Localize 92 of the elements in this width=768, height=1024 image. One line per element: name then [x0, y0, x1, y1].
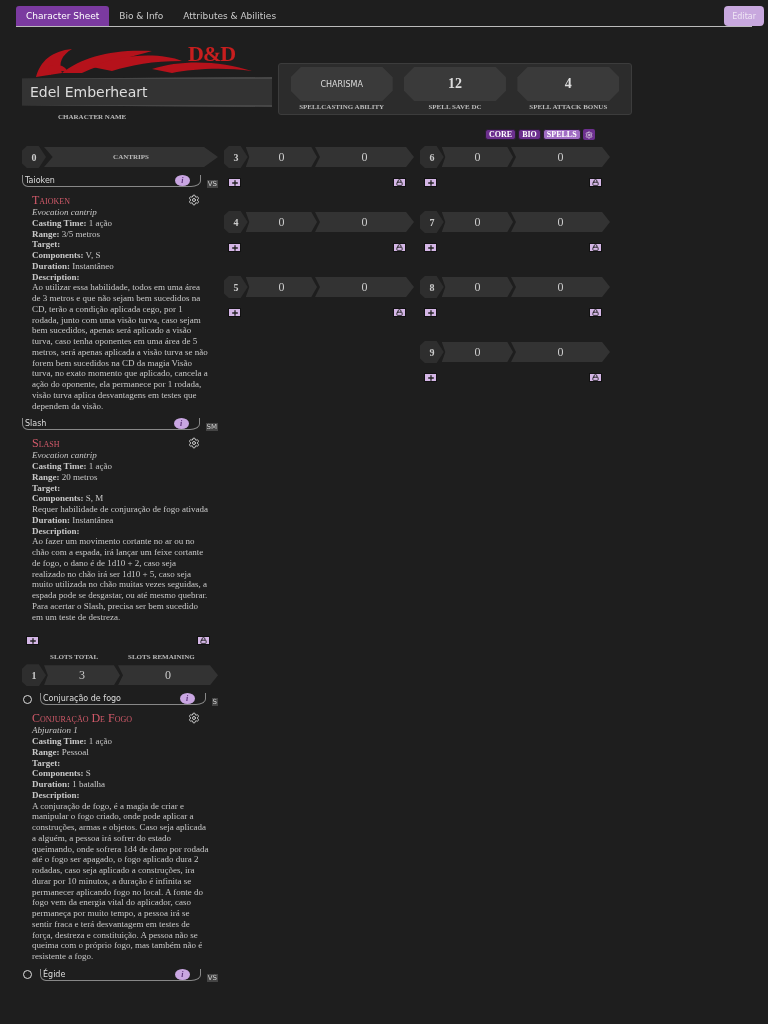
spell-property: Target:	[32, 482, 62, 494]
slots-total[interactable]: 3	[44, 665, 120, 686]
slots-total[interactable]: 0	[245, 147, 317, 167]
info-button[interactable]: i	[174, 968, 190, 980]
info-button[interactable]: i	[174, 175, 190, 186]
spell-name-field[interactable]: Taioken i	[22, 175, 201, 187]
spell-property: Components: S	[32, 768, 92, 779]
spell-property: Duration: Instantâneo	[32, 260, 115, 272]
spell-property: Range: Pessoal	[32, 746, 90, 758]
spell-property: Casting Time: 1 ação	[32, 736, 113, 747]
add-spell-button[interactable]	[26, 636, 39, 646]
spell-school: Abjuration 1	[32, 725, 79, 736]
section-button[interactable]: CORE	[485, 129, 517, 140]
stat-field[interactable]: 4	[517, 67, 620, 101]
stat-field[interactable]: CHARISMA	[290, 67, 393, 101]
spell-name-field[interactable]: Conjuração de fogo i	[40, 693, 206, 706]
slots-remaining[interactable]: 0	[315, 277, 414, 297]
spell-note: Requer habilidade de conjuração de fogo ativada	[32, 504, 209, 515]
add-spell-button[interactable]	[424, 308, 437, 317]
lock-button[interactable]	[197, 636, 210, 646]
tab[interactable]: Bio & Info	[109, 6, 174, 26]
lock-button[interactable]	[589, 373, 602, 382]
spell-property: Description:	[32, 525, 81, 537]
settings-icon[interactable]	[188, 194, 200, 206]
lock-button[interactable]	[393, 178, 406, 187]
spell-school: Evocation cantrip	[32, 450, 98, 461]
lock-button[interactable]	[589, 178, 602, 187]
spell-description: A conjuração de fogo, é a magia de criar e manipular o fogo criado, onde pode aplicar a construções, armas e objetos. Caso seja aplicada a alguém, a pessoa irá sofrer do estado queimando, onde sofrera 1d4 de dano por rodada até o fogo ser apagado, o fogo aplicado dura 2 rodadas, caso seja aplicado a construções, ira durar por 10 minutos, a duração é infinita se permanecer aplicando fogo no local. A fonte do fogo vem da energia vital do aplicador, caso permaneça por muito tempo, a pessoa irá se sentir fraca e terá desvantagem em testes de força, destreza e constituição. A pessoa não se queima com o próprio fogo, mas também não é resistente a fogo.	[32, 800, 210, 962]
spell-property: Range: 3/5 metros	[32, 228, 101, 240]
slots-remaining[interactable]: 0	[511, 147, 610, 167]
spell-property: Duration: Instantânea	[32, 514, 115, 526]
spell-title: Conjuração De Fogo	[32, 712, 132, 726]
spell-title: Taioken	[32, 194, 70, 207]
slots-remaining[interactable]: 0	[511, 342, 610, 362]
logo: D&D	[188, 41, 236, 67]
slots-remaining[interactable]: 0	[511, 277, 610, 297]
tab[interactable]: Character Sheet	[16, 6, 110, 26]
spell-property: Description:	[32, 789, 81, 801]
settings-icon[interactable]	[188, 437, 200, 450]
stat-field[interactable]: 12	[404, 67, 506, 101]
spell-property: Casting Time: 1 ação	[32, 461, 113, 472]
spell-property: Components: V, S	[32, 250, 102, 261]
spell-school: Evocation cantrip	[32, 207, 98, 218]
spell-name-field[interactable]: Slash i	[22, 418, 200, 431]
slots-remaining[interactable]: 0	[315, 147, 414, 167]
spell-description: Ao utilizar essa habilidade, todos em uma área de 3 metros e que não sejam bem sucedidos na CD, terão a condição aplicada cego, por 1 rodada, junto com uma visão turva, caso sejam bem sucedidos, apenas será aplicado a visão turva, caso tenha oponentes em uma área de 5 metros, será apenas aplicada a visão turva se não forem bem sucedidos na CD da magia Visão turva, no exato momento que aplicado, cancela a ação do oponente, ela permanece por 1 rodada, visão turva aplica desvantagens em testes que dependem da visão.	[32, 282, 209, 412]
spell-property: Casting Time: 1 ação	[32, 217, 113, 229]
info-button[interactable]: i	[179, 693, 195, 705]
spell-level: 1	[22, 664, 46, 687]
lock-button[interactable]	[393, 308, 406, 317]
slots-total[interactable]: 0	[441, 342, 513, 362]
spell-property: Range: 20 metros	[32, 471, 99, 483]
spell-level: 5	[224, 276, 248, 298]
slots-remaining[interactable]: 0	[511, 212, 610, 232]
slots-total[interactable]: 0	[441, 277, 513, 297]
add-spell-button[interactable]	[424, 178, 437, 187]
character-name-field[interactable]: Edel Emberheart	[22, 77, 272, 107]
spell-level: 3	[224, 146, 248, 168]
spell-property: Duration: 1 batalha	[32, 779, 106, 790]
spell-level: 7	[420, 211, 444, 233]
spell-title: Slash	[32, 437, 60, 451]
settings-button[interactable]	[582, 129, 595, 140]
spell-level: 0	[22, 146, 46, 168]
lock-button[interactable]	[589, 243, 602, 252]
spell-description: Ao fazer um movimento cortante no ar ou no chão com a espada, irá lançar um feixe cortante de fogo, o dano é de 1d10 + 2, caso seja realizado no chão irá ser 1d10 + 5, caso seja muito utilizada no chão muitas vezes seguidas, a espada pode se desgastar, ou até mesmo quebrar. Para acertar o Slash, precisa ser bem sucedido em um teste de destreza.	[32, 536, 209, 623]
add-spell-button[interactable]	[424, 373, 437, 382]
add-spell-button[interactable]	[424, 243, 437, 252]
spell-level: 9	[420, 341, 444, 363]
spell-property: Target:	[32, 757, 62, 769]
slots-remaining[interactable]: 0	[118, 665, 218, 686]
spell-level: 4	[224, 211, 248, 233]
spell-level: 6	[420, 146, 444, 168]
tab[interactable]: Attributes & Abilities	[173, 6, 287, 26]
spell-property: Target:	[32, 239, 62, 250]
slots-total[interactable]: 0	[245, 212, 317, 232]
spell-level: 8	[420, 276, 444, 298]
lock-button[interactable]	[393, 243, 406, 252]
slots-total[interactable]: 0	[245, 277, 317, 297]
spell-property: Components: S, M	[32, 493, 105, 504]
lock-button[interactable]	[589, 308, 602, 317]
settings-icon[interactable]	[188, 712, 200, 725]
spell-property: Description:	[32, 271, 81, 283]
spell-name-field[interactable]: Égide i	[40, 968, 201, 981]
slots-remaining[interactable]: 0	[315, 212, 414, 232]
add-spell-button[interactable]	[228, 243, 241, 252]
add-spell-button[interactable]	[228, 308, 241, 317]
section-button[interactable]: SPELLS	[542, 129, 581, 140]
info-button[interactable]: i	[173, 418, 189, 430]
slots-total[interactable]: 0	[441, 212, 513, 232]
add-spell-button[interactable]	[228, 178, 241, 187]
section-button[interactable]: BIO	[518, 129, 541, 140]
slots-total[interactable]: 0	[441, 147, 513, 167]
